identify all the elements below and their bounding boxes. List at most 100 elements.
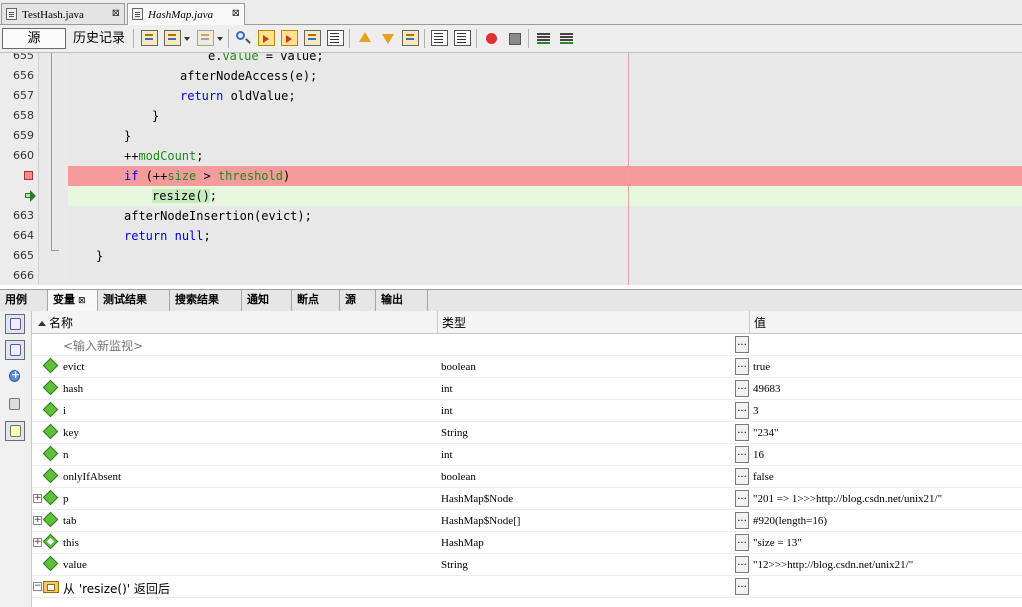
new-watch-row[interactable]: <输入新监视> ... bbox=[32, 334, 1022, 356]
variable-value[interactable]: 49683 bbox=[753, 383, 781, 395]
code-editor[interactable]: 655 e.value = value; 656 afterNodeAccess(e)… bbox=[0, 53, 1022, 285]
edit-value-button[interactable]: ... bbox=[735, 578, 749, 595]
variable-row[interactable]: i int... 3 bbox=[32, 400, 1022, 422]
code-line[interactable]: 658} bbox=[0, 106, 1022, 126]
variable-value[interactable]: 16 bbox=[753, 449, 764, 461]
return-value-row[interactable]: − 从 'resize()' 返回后... bbox=[32, 576, 1022, 598]
shift-left-icon[interactable] bbox=[431, 30, 448, 46]
variable-row[interactable]: + p HashMap$Node... "201 => 1>>>http://blog… bbox=[32, 488, 1022, 510]
edit-value-button[interactable]: ... bbox=[735, 490, 749, 507]
toggle-bookmark-icon[interactable] bbox=[402, 30, 419, 46]
next-bookmark-icon[interactable] bbox=[379, 30, 396, 46]
forward-icon[interactable] bbox=[197, 30, 214, 46]
new-watch-button[interactable] bbox=[5, 367, 25, 387]
code-line[interactable]: 665} bbox=[0, 246, 1022, 266]
editor-tab-bar: TestHash.java ⊠ HashMap.java ⊠ bbox=[0, 0, 1022, 25]
edit-value-button[interactable]: ... bbox=[735, 556, 749, 573]
code-line[interactable]: 664 return null; bbox=[0, 226, 1022, 246]
edit-value-button[interactable]: ... bbox=[735, 468, 749, 485]
variable-row[interactable]: value String... "12>>>http://blog.csdn.net… bbox=[32, 554, 1022, 576]
uncomment-icon[interactable] bbox=[558, 30, 575, 46]
new-watch-placeholder[interactable]: <输入新监视> bbox=[63, 337, 143, 354]
variable-value[interactable]: false bbox=[753, 471, 774, 483]
history-view-button[interactable]: 历史记录 bbox=[70, 28, 128, 49]
chevron-down-icon[interactable] bbox=[184, 37, 190, 41]
column-separator[interactable] bbox=[749, 311, 750, 333]
code-line[interactable]: 660 ++modCount; bbox=[0, 146, 1022, 166]
name-column-header[interactable]: 名称 bbox=[38, 314, 73, 331]
edit-value-button[interactable]: ... bbox=[735, 402, 749, 419]
settings-button[interactable] bbox=[5, 395, 25, 415]
show-inherited-button[interactable] bbox=[5, 340, 25, 360]
variable-row[interactable]: + tab HashMap$Node[]... #920(length=16) bbox=[32, 510, 1022, 532]
code-line[interactable]: 666 bbox=[0, 266, 1022, 285]
source-view-button[interactable]: 源 bbox=[2, 28, 66, 49]
code-line[interactable]: resize(); bbox=[25, 186, 1022, 206]
edit-value-button[interactable]: ... bbox=[735, 336, 749, 353]
variable-row[interactable]: onlyIfAbsent boolean... false bbox=[32, 466, 1022, 488]
code-line[interactable]: if (++size > threshold) bbox=[24, 166, 1022, 186]
code-line[interactable]: 656 afterNodeAccess(e); bbox=[0, 66, 1022, 86]
edit-value-button[interactable]: ... bbox=[735, 424, 749, 441]
variable-type: boolean bbox=[441, 361, 476, 373]
edit-value-button[interactable]: ... bbox=[735, 512, 749, 529]
close-icon[interactable]: ⊠ bbox=[112, 8, 120, 19]
variable-row[interactable]: hash int... 49683 bbox=[32, 378, 1022, 400]
variable-row[interactable]: key String... "234" bbox=[32, 422, 1022, 444]
edit-value-button[interactable]: ... bbox=[735, 446, 749, 463]
toggle-highlight-icon[interactable] bbox=[304, 30, 321, 46]
shift-right-icon[interactable] bbox=[454, 30, 471, 46]
tab-search-results[interactable]: 搜索结果 bbox=[170, 290, 242, 311]
column-separator[interactable] bbox=[437, 311, 438, 333]
tab-test-results[interactable]: 测试结果 bbox=[98, 290, 170, 311]
edit-value-button[interactable]: ... bbox=[735, 358, 749, 375]
tab-output[interactable]: 输出 bbox=[376, 290, 428, 311]
collapse-icon[interactable]: − bbox=[33, 582, 42, 591]
back-icon[interactable] bbox=[164, 30, 181, 46]
tab-testhash-java[interactable]: TestHash.java ⊠ bbox=[1, 3, 125, 24]
edit-value-button[interactable]: ... bbox=[735, 534, 749, 551]
expand-icon[interactable]: + bbox=[33, 516, 42, 525]
find-next-icon[interactable] bbox=[281, 30, 298, 46]
close-icon[interactable]: ⊠ bbox=[232, 8, 240, 19]
show-static-button[interactable] bbox=[5, 314, 25, 334]
variable-value[interactable]: "size = 13" bbox=[753, 537, 802, 549]
variable-value[interactable]: #920(length=16) bbox=[753, 515, 827, 527]
tab-label: 测试结果 bbox=[103, 293, 147, 306]
tab-breakpoints[interactable]: 断点 bbox=[292, 290, 340, 311]
chevron-down-icon[interactable] bbox=[217, 37, 223, 41]
previous-bookmark-icon[interactable] bbox=[356, 30, 373, 46]
type-column-header[interactable]: 类型 bbox=[442, 314, 466, 331]
variable-value[interactable]: 3 bbox=[753, 405, 759, 417]
expand-icon[interactable]: + bbox=[33, 494, 42, 503]
variable-value[interactable]: "201 => 1>>>http://blog.csdn.net/unix21/… bbox=[753, 493, 942, 505]
tab-notifications[interactable]: 通知 bbox=[242, 290, 292, 311]
code-line[interactable]: 657 return oldValue; bbox=[0, 86, 1022, 106]
variable-value[interactable]: true bbox=[753, 361, 770, 373]
tab-variables[interactable]: 变量 ⊠ bbox=[48, 290, 98, 311]
toggle-rect-selection-icon[interactable] bbox=[327, 30, 344, 46]
code-line[interactable]: 659} bbox=[0, 126, 1022, 146]
find-previous-icon[interactable] bbox=[258, 30, 275, 46]
tab-usages[interactable]: 用例 bbox=[0, 290, 48, 311]
variable-row[interactable]: + this HashMap... "size = 13" bbox=[32, 532, 1022, 554]
code-line[interactable]: 655 e.value = value; bbox=[0, 53, 1022, 66]
variable-value[interactable]: "12>>>http://blog.csdn.net/unix21/" bbox=[753, 559, 913, 571]
start-macro-icon[interactable] bbox=[483, 30, 500, 46]
comment-icon[interactable] bbox=[535, 30, 552, 46]
show-values-button[interactable] bbox=[5, 421, 25, 441]
last-edit-icon[interactable] bbox=[141, 30, 158, 46]
value-column-header[interactable]: 值 bbox=[754, 314, 766, 331]
variable-value[interactable]: "234" bbox=[753, 427, 778, 439]
find-icon[interactable] bbox=[235, 30, 252, 46]
stop-macro-icon[interactable] bbox=[506, 30, 523, 46]
tab-hashmap-java[interactable]: HashMap.java ⊠ bbox=[127, 3, 245, 25]
code-line[interactable]: 663 afterNodeInsertion(evict); bbox=[0, 206, 1022, 226]
breakpoint-icon[interactable] bbox=[24, 171, 33, 180]
variable-row[interactable]: n int... 16 bbox=[32, 444, 1022, 466]
close-icon[interactable]: ⊠ bbox=[78, 296, 86, 306]
tab-sources[interactable]: 源 bbox=[340, 290, 376, 311]
variable-row[interactable]: evict boolean... true bbox=[32, 356, 1022, 378]
expand-icon[interactable]: + bbox=[33, 538, 42, 547]
edit-value-button[interactable]: ... bbox=[735, 380, 749, 397]
